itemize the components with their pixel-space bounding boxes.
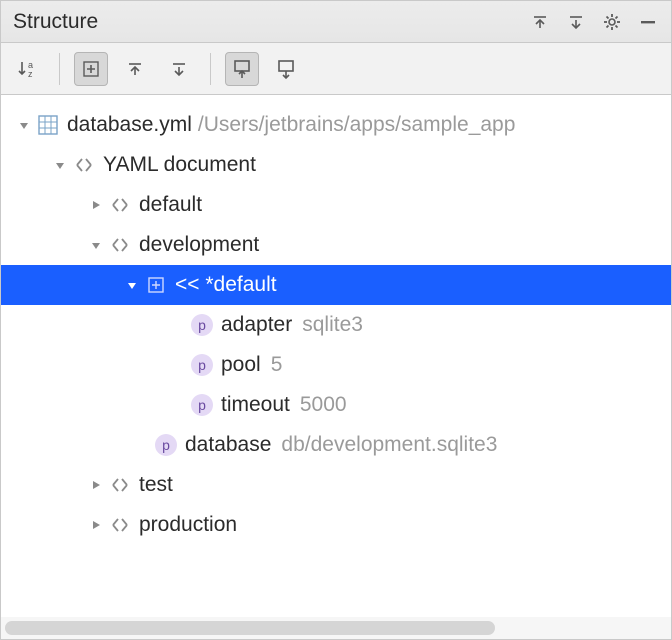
prop-value: sqlite3 [302, 313, 363, 337]
expand-all-button[interactable] [74, 52, 108, 86]
scroll-from-source-button[interactable] [525, 7, 555, 37]
autoscroll-from-source-button[interactable] [269, 52, 303, 86]
tree-test-row[interactable]: test [1, 465, 671, 505]
hide-button[interactable] [633, 7, 663, 37]
svg-text:z: z [28, 69, 33, 79]
node-label: default [139, 193, 202, 217]
node-label: << *default [175, 273, 277, 297]
property-icon: p [189, 352, 215, 378]
property-icon: p [153, 432, 179, 458]
doc-label: YAML document [103, 153, 256, 177]
file-icon [35, 112, 61, 138]
structure-tree[interactable]: database.yml /Users/jetbrains/apps/sampl… [1, 95, 671, 617]
property-icon: p [189, 392, 215, 418]
panel-titlebar: Structure [1, 1, 671, 43]
horizontal-scrollbar[interactable] [1, 617, 671, 639]
prop-name: adapter [221, 313, 292, 337]
expand-node-button[interactable] [162, 52, 196, 86]
collapse-all-button[interactable] [118, 52, 152, 86]
toolbar-separator [59, 53, 60, 85]
prop-name: pool [221, 353, 261, 377]
chevron-down-icon[interactable] [121, 274, 143, 296]
panel-title: Structure [9, 10, 98, 34]
tree-file-row[interactable]: database.yml /Users/jetbrains/apps/sampl… [1, 105, 671, 145]
chevron-down-icon[interactable] [85, 234, 107, 256]
settings-button[interactable] [597, 7, 627, 37]
node-label: development [139, 233, 259, 257]
scroll-to-source-button[interactable] [561, 7, 591, 37]
tree-doc-row[interactable]: YAML document [1, 145, 671, 185]
tree-prop-row[interactable]: p timeout 5000 [1, 385, 671, 425]
prop-value: db/development.sqlite3 [281, 433, 497, 457]
node-label: production [139, 513, 237, 537]
tag-icon [107, 472, 133, 498]
tree-merge-row[interactable]: << *default [1, 265, 671, 305]
tree-production-row[interactable]: production [1, 505, 671, 545]
chevron-right-icon[interactable] [85, 474, 107, 496]
sort-alpha-button[interactable]: az [11, 52, 45, 86]
tag-icon [71, 152, 97, 178]
prop-name: timeout [221, 393, 290, 417]
property-icon: p [189, 312, 215, 338]
chevron-down-icon[interactable] [49, 154, 71, 176]
file-path: /Users/jetbrains/apps/sample_app [198, 113, 516, 137]
tree-development-row[interactable]: development [1, 225, 671, 265]
tag-icon [107, 512, 133, 538]
prop-name: database [185, 433, 271, 457]
chevron-down-icon[interactable] [13, 114, 35, 136]
scrollbar-thumb[interactable] [5, 621, 495, 635]
tag-icon [107, 232, 133, 258]
prop-value: 5000 [300, 393, 347, 417]
prop-value: 5 [271, 353, 283, 377]
structure-panel: Structure az [0, 0, 672, 640]
chevron-right-icon[interactable] [85, 194, 107, 216]
node-label: test [139, 473, 173, 497]
toolbar-separator [210, 53, 211, 85]
merge-icon [143, 272, 169, 298]
structure-toolbar: az [1, 43, 671, 95]
autoscroll-to-source-button[interactable] [225, 52, 259, 86]
file-name: database.yml [67, 113, 192, 137]
tree-prop-row[interactable]: p adapter sqlite3 [1, 305, 671, 345]
chevron-right-icon[interactable] [85, 514, 107, 536]
tree-prop-row[interactable]: p pool 5 [1, 345, 671, 385]
tree-prop-row[interactable]: p database db/development.sqlite3 [1, 425, 671, 465]
tag-icon [107, 192, 133, 218]
tree-default-row[interactable]: default [1, 185, 671, 225]
